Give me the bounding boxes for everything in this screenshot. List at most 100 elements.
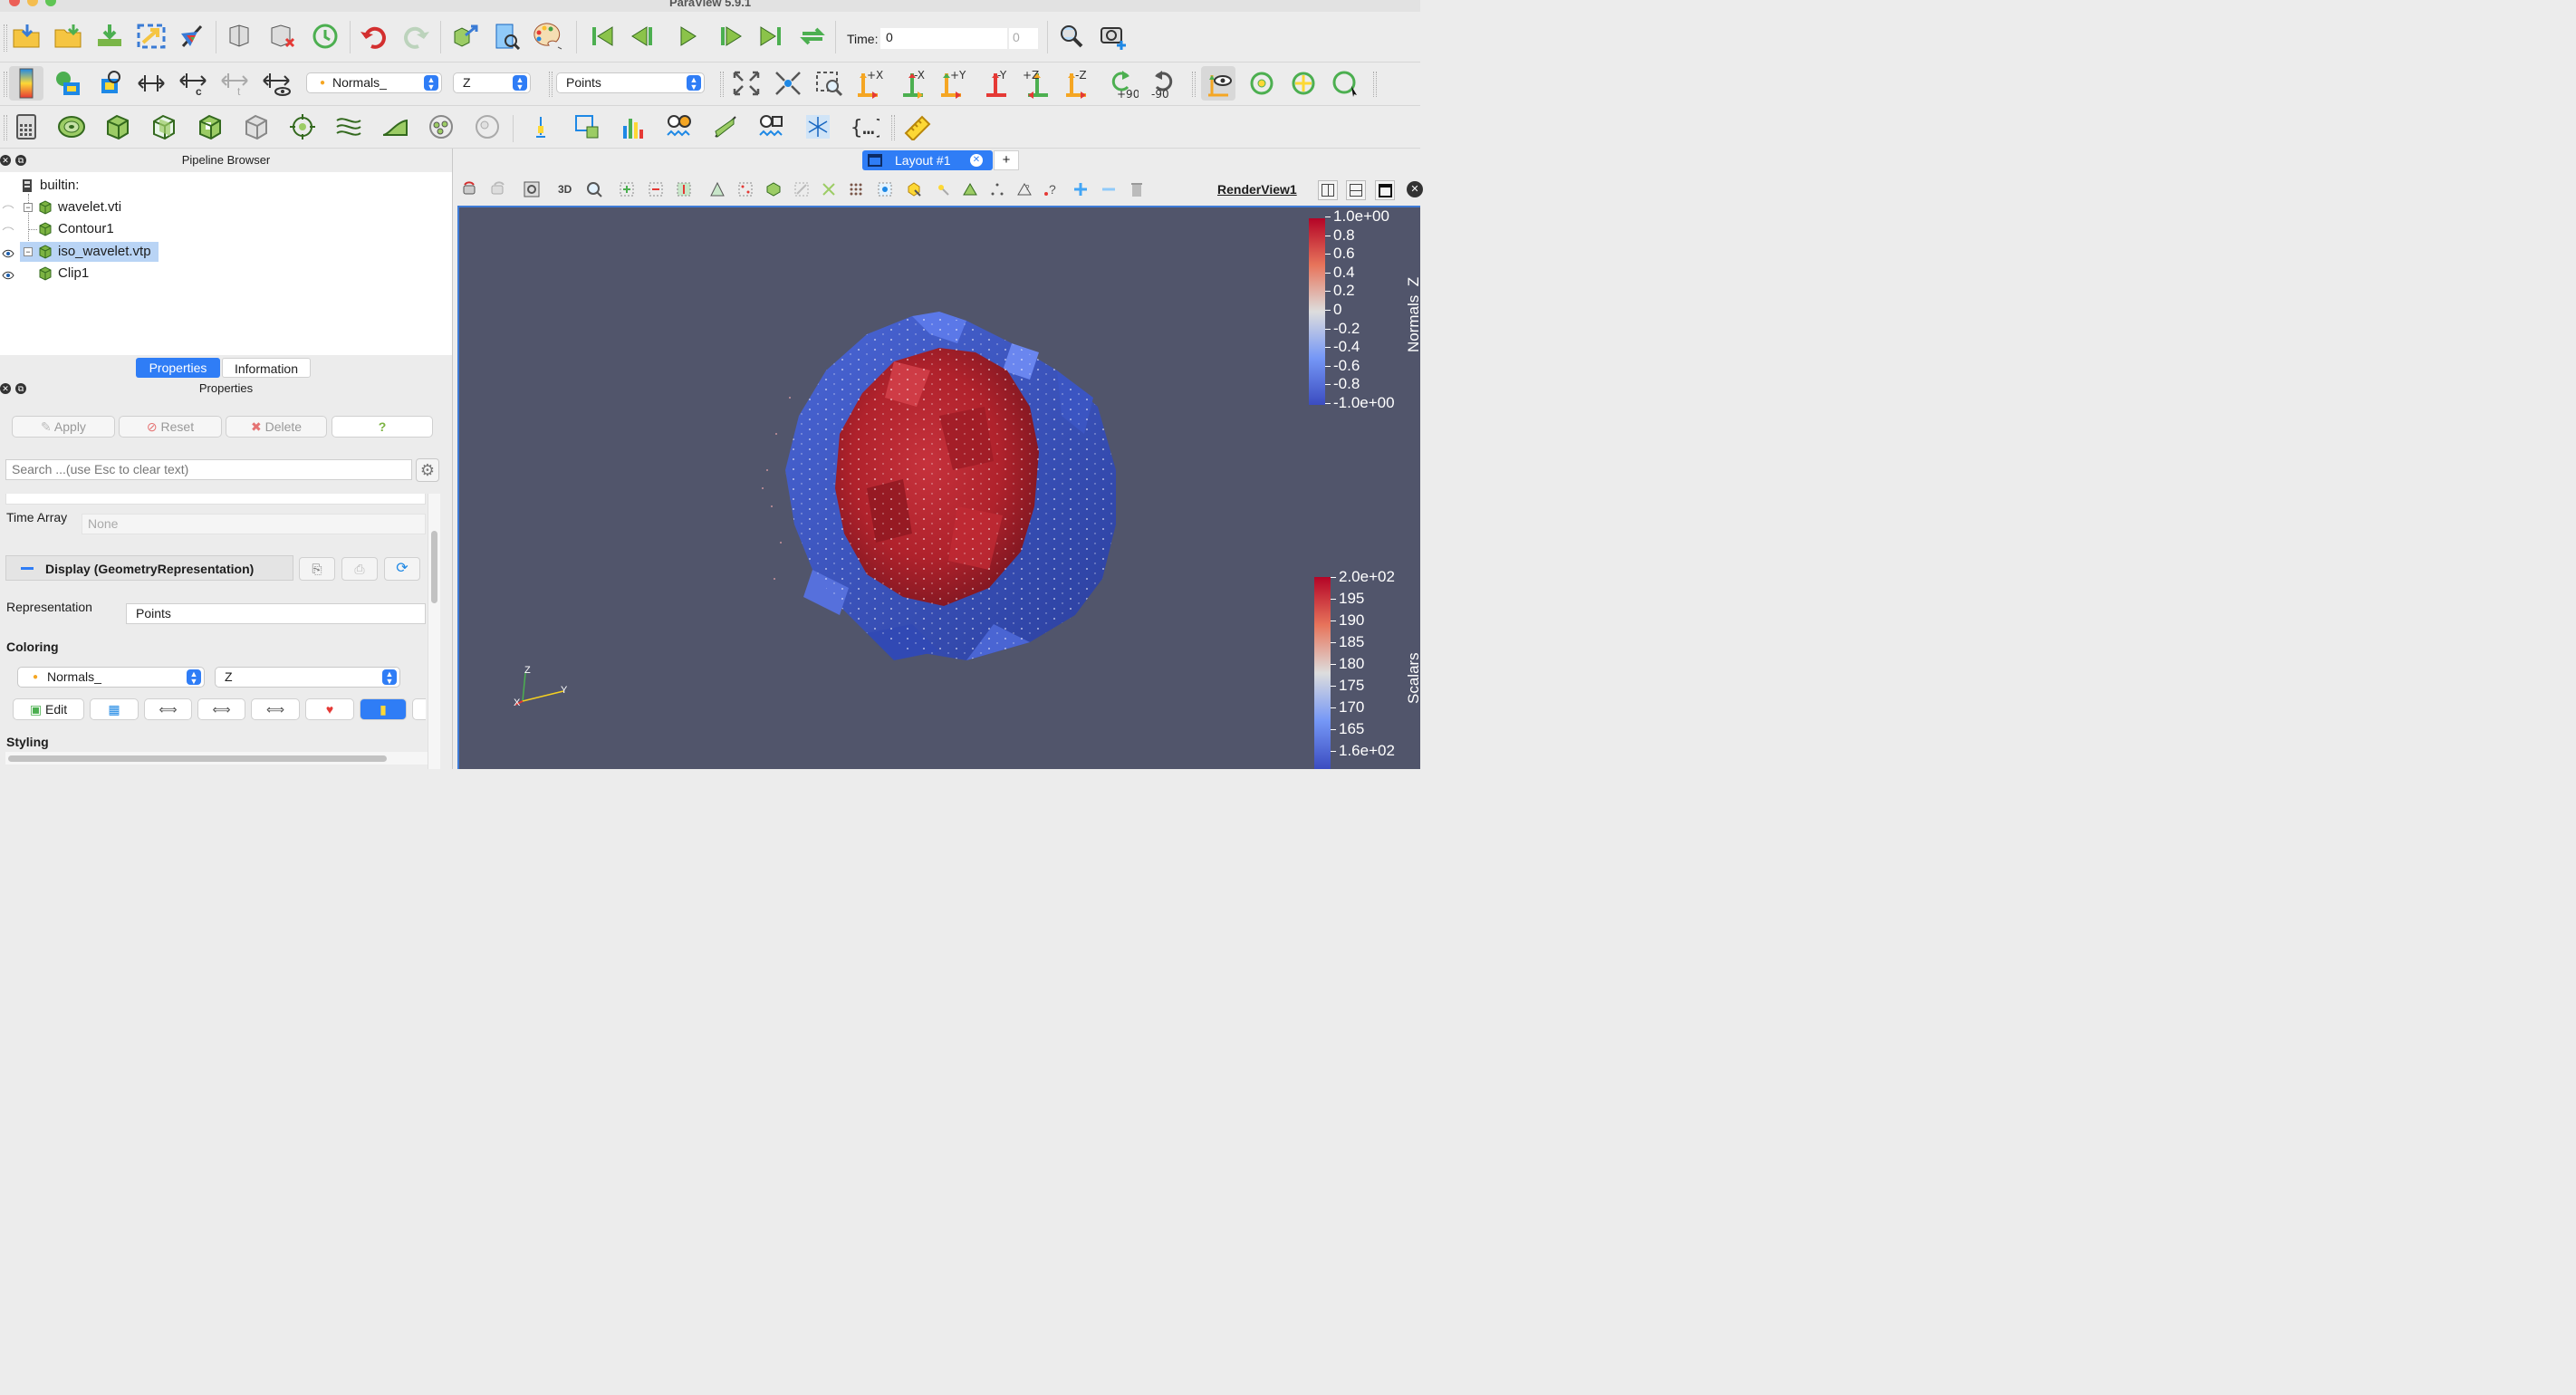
- plot-selection-over-time-icon[interactable]: [708, 110, 743, 144]
- grow-selection-icon[interactable]: [962, 181, 978, 197]
- eye-closed-icon[interactable]: [2, 223, 14, 232]
- tab-properties[interactable]: Properties: [136, 358, 220, 378]
- add-layout-tab-button[interactable]: +: [994, 150, 1019, 170]
- select-blocks-icon[interactable]: [765, 181, 782, 197]
- probe-location-icon[interactable]: [524, 110, 558, 144]
- selection-snowflake-icon[interactable]: [801, 110, 835, 144]
- colorbar-normals[interactable]: [1309, 218, 1418, 409]
- shrink-selection-icon[interactable]: [989, 181, 1005, 197]
- close-view-icon[interactable]: ✕: [1407, 181, 1423, 197]
- close-panel-icon[interactable]: ✕: [0, 383, 11, 394]
- python-shell-icon[interactable]: [176, 19, 210, 53]
- plot-over-line-icon[interactable]: [570, 110, 604, 144]
- time-value-field[interactable]: 0: [880, 28, 1007, 49]
- select-through-cells-icon[interactable]: [676, 181, 692, 197]
- ruler-icon[interactable]: [900, 110, 935, 144]
- redo-icon[interactable]: [399, 19, 433, 53]
- select-cells-frustum-icon[interactable]: [709, 181, 726, 197]
- stream-tracer-icon[interactable]: [332, 110, 366, 144]
- collapse-icon[interactable]: −: [24, 203, 33, 212]
- group-datasets-icon[interactable]: [424, 110, 458, 144]
- choose-preset-button[interactable]: ♥: [305, 698, 354, 720]
- plot-global-variables-icon[interactable]: [755, 110, 789, 144]
- coloring-component-select[interactable]: Z ▲ ▼: [215, 667, 400, 688]
- capture-screenshot-icon[interactable]: [1096, 19, 1130, 53]
- rescale-custom-range-c-icon[interactable]: c: [176, 66, 210, 101]
- polygon-select-points-icon[interactable]: [848, 181, 864, 197]
- representation-field[interactable]: Points: [126, 603, 426, 624]
- rescale-custom-button[interactable]: ⟺: [144, 698, 192, 720]
- hover-cells-icon[interactable]: [935, 181, 951, 197]
- subtract-selection-icon[interactable]: [1101, 181, 1117, 197]
- help-button[interactable]: ?: [332, 416, 433, 438]
- threshold-icon[interactable]: [193, 110, 227, 144]
- glyph-icon[interactable]: [285, 110, 320, 144]
- last-frame-icon[interactable]: [754, 19, 788, 53]
- properties-horizontal-scrollbar[interactable]: [5, 752, 428, 765]
- rescale-custom-c-button[interactable]: ⟺: [197, 698, 245, 720]
- reset-camera-closest-icon[interactable]: [771, 66, 805, 101]
- pick-center-icon[interactable]: [1286, 66, 1321, 101]
- query-selection-icon[interactable]: ?: [1043, 181, 1060, 197]
- split-horizontal-icon[interactable]: [1318, 180, 1338, 200]
- close-tab-icon[interactable]: ✕: [970, 154, 983, 167]
- float-panel-icon[interactable]: ⧉: [15, 383, 26, 394]
- extract-subset-icon[interactable]: [239, 110, 274, 144]
- auto-apply-icon[interactable]: [308, 19, 342, 53]
- loop-icon[interactable]: [795, 19, 830, 53]
- edit-color-map-icon[interactable]: [51, 66, 85, 101]
- view-plus-z-icon[interactable]: +Z: [1021, 66, 1055, 101]
- time-index-spinbox[interactable]: 0: [1009, 28, 1038, 49]
- tab-information[interactable]: Information: [222, 358, 311, 378]
- calculator-icon[interactable]: [9, 110, 43, 144]
- polygon-select-cells-icon[interactable]: [877, 181, 893, 197]
- reload-properties-icon[interactable]: ⟳: [384, 557, 420, 581]
- properties-vertical-scrollbar[interactable]: [428, 494, 440, 769]
- collapse-icon[interactable]: −: [24, 247, 33, 256]
- linked-selection-icon[interactable]: ?: [1016, 181, 1033, 197]
- eye-open-icon[interactable]: [2, 246, 14, 258]
- disconnect-server-icon[interactable]: [266, 19, 301, 53]
- add-selection-icon[interactable]: [1072, 181, 1089, 197]
- eye-closed-icon[interactable]: [2, 201, 14, 210]
- reset-camera-icon[interactable]: [729, 66, 764, 101]
- capture-view-icon[interactable]: [524, 181, 540, 197]
- find-data-icon[interactable]: [489, 19, 524, 53]
- color-palette-icon[interactable]: [531, 19, 565, 53]
- previous-frame-icon[interactable]: [627, 19, 661, 53]
- zoom-data-icon[interactable]: [1054, 19, 1089, 53]
- component-select[interactable]: Z ▲ ▼: [453, 72, 531, 93]
- coloring-array-select[interactable]: ● Normals_ ▲ ▼: [17, 667, 205, 688]
- interactive-select-points-icon[interactable]: [821, 181, 837, 197]
- toggle-color-legend-icon[interactable]: [9, 66, 43, 101]
- slice-icon[interactable]: [147, 110, 181, 144]
- view-plus-y-icon[interactable]: +Y: [937, 66, 972, 101]
- toggle-center-axes-icon[interactable]: [1201, 66, 1235, 101]
- tab-layout-1[interactable]: Layout #1 ✕: [862, 150, 993, 170]
- view-plus-x-icon[interactable]: +X: [854, 66, 889, 101]
- view-minus-x-icon[interactable]: -X: [896, 66, 930, 101]
- properties-search-input[interactable]: Search ...(use Esc to clear text): [5, 459, 412, 480]
- camera-undo-icon[interactable]: [462, 181, 478, 197]
- zoom-box-icon[interactable]: [586, 181, 602, 197]
- plot-data-over-time-icon[interactable]: [662, 110, 697, 144]
- view-minus-y-icon[interactable]: -Y: [979, 66, 1014, 101]
- select-points-frustum-icon[interactable]: [737, 181, 754, 197]
- rotate-plus-90-icon[interactable]: +90: [1104, 66, 1139, 101]
- rotate-minus-90-icon[interactable]: -90: [1146, 66, 1180, 101]
- rescale-data-range-button[interactable]: ▦: [90, 698, 139, 720]
- reset-range-icon[interactable]: [92, 66, 127, 101]
- undo-icon[interactable]: [357, 19, 391, 53]
- next-frame-icon[interactable]: [712, 19, 746, 53]
- paste-properties-icon[interactable]: ⎙: [341, 557, 378, 581]
- open-file-icon[interactable]: [10, 19, 44, 53]
- close-panel-icon[interactable]: ✕: [0, 155, 11, 166]
- save-state-icon[interactable]: [134, 19, 168, 53]
- show-color-legend-button[interactable]: ▮: [360, 698, 407, 720]
- toggle-3d-button[interactable]: 3D: [558, 183, 578, 199]
- change-input-icon[interactable]: [447, 19, 482, 53]
- render-view[interactable]: Z X Y Normals_Z Scalars 1.0e+00 0.8 0.6 0.4…: [457, 206, 1420, 769]
- extract-level-icon[interactable]: [470, 110, 505, 144]
- apply-button[interactable]: ✎ Apply: [12, 416, 115, 438]
- connect-server-icon[interactable]: [225, 19, 259, 53]
